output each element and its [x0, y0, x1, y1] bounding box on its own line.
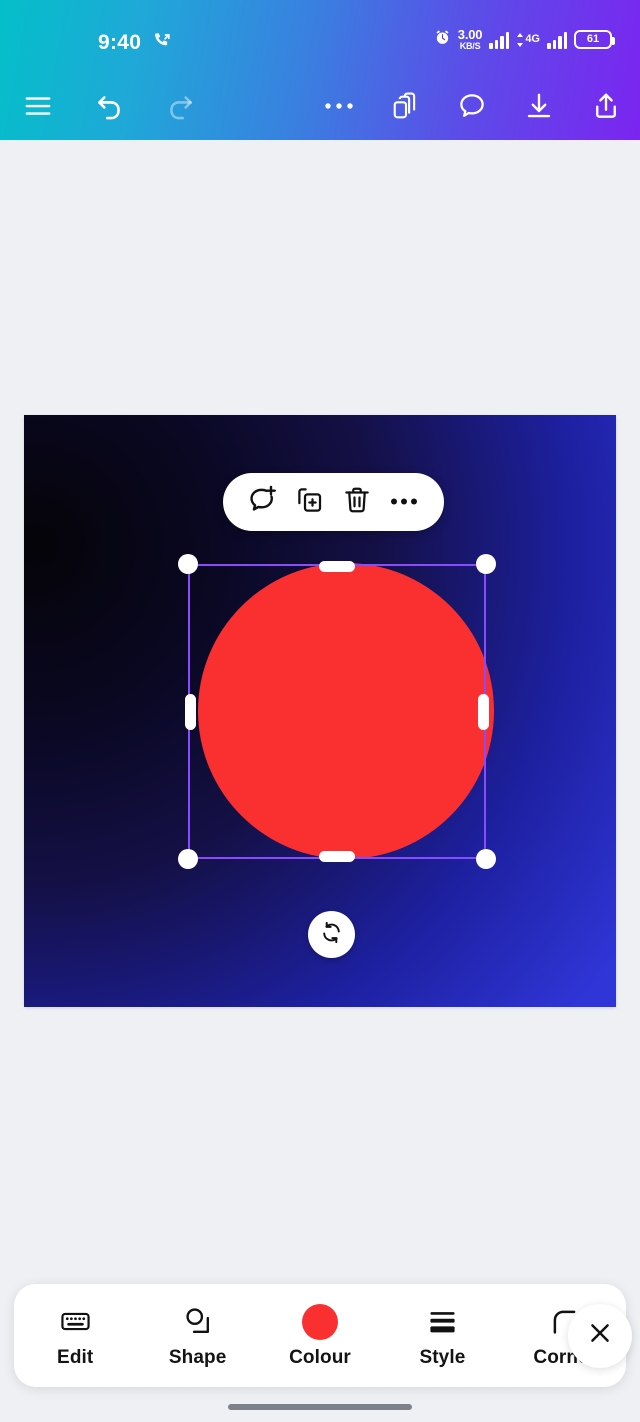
- delete-button[interactable]: [336, 481, 378, 523]
- battery-level-label: 61: [586, 33, 600, 45]
- network-type-label: 4G: [525, 33, 540, 45]
- colour-swatch-icon: [302, 1303, 339, 1340]
- style-lines-icon: [426, 1305, 459, 1339]
- status-bar-right: 3.00 KB/S 4G 61: [434, 28, 615, 51]
- close-panel-button[interactable]: [568, 1303, 632, 1368]
- resize-handle-top-left[interactable]: [178, 554, 198, 574]
- bottom-item-style[interactable]: Style: [381, 1284, 503, 1387]
- duplicate-icon: [295, 485, 325, 520]
- shape-context-toolbar: [223, 473, 444, 531]
- rotate-button[interactable]: [308, 911, 355, 958]
- bottom-tool-bar: Edit Shape Colour Style Corner: [14, 1284, 632, 1387]
- selected-shape-circle[interactable]: [198, 563, 494, 859]
- data-rate-value: 3.00: [457, 27, 483, 42]
- bottom-item-label: Edit: [57, 1346, 94, 1368]
- top-gradient-bar: 9:40 3.00 KB/S 4G 61: [0, 0, 640, 140]
- signal-bars-icon-1: [489, 31, 510, 49]
- add-comment-button[interactable]: [242, 481, 284, 523]
- status-bar: 9:40 3.00 KB/S 4G 61: [0, 0, 640, 72]
- call-forwarding-icon: [153, 30, 173, 55]
- add-comment-icon: [247, 484, 279, 521]
- alarm-clock-icon: [434, 29, 451, 51]
- rotate-icon: [319, 920, 344, 950]
- menu-button[interactable]: [10, 72, 66, 140]
- resize-handle-left[interactable]: [185, 693, 196, 730]
- more-icon: [390, 493, 418, 511]
- data-rate-unit: KB/S: [459, 41, 481, 51]
- resize-handle-bottom-left[interactable]: [178, 849, 198, 869]
- battery-indicator: 61: [574, 30, 615, 49]
- bottom-item-edit[interactable]: Edit: [14, 1284, 136, 1387]
- colour-swatch: [302, 1303, 339, 1340]
- pages-icon: [391, 91, 421, 121]
- comment-button[interactable]: [444, 72, 500, 140]
- shape-icon: [181, 1305, 214, 1339]
- share-button[interactable]: [578, 72, 634, 140]
- bottom-item-label: Style: [419, 1346, 466, 1368]
- bottom-item-shape[interactable]: Shape: [136, 1284, 258, 1387]
- trash-icon: [342, 485, 372, 520]
- share-icon: [591, 91, 621, 121]
- app-toolbar: [0, 72, 640, 140]
- comment-icon: [457, 91, 487, 121]
- bottom-item-label: Shape: [168, 1346, 227, 1368]
- undo-button[interactable]: [82, 72, 138, 140]
- undo-icon: [93, 89, 127, 123]
- resize-handle-top-right[interactable]: [476, 554, 496, 574]
- menu-icon: [23, 91, 53, 121]
- download-button[interactable]: [511, 72, 567, 140]
- shape-more-button[interactable]: [383, 481, 425, 523]
- status-time: 9:40: [98, 31, 142, 54]
- design-canvas[interactable]: [24, 415, 616, 1007]
- app-screen: 9:40 3.00 KB/S 4G 61 Edit Shape Colour S…: [0, 0, 640, 1422]
- data-rate-indicator: 3.00 KB/S: [458, 28, 483, 51]
- pages-button[interactable]: [378, 72, 434, 140]
- bottom-item-label: Colour: [289, 1346, 351, 1368]
- design-canvas-area[interactable]: [24, 415, 616, 1007]
- duplicate-button[interactable]: [289, 481, 331, 523]
- more-options-button[interactable]: [311, 72, 367, 140]
- more-icon: [324, 101, 354, 111]
- close-icon: [586, 1319, 614, 1352]
- resize-handle-bottom-right[interactable]: [476, 849, 496, 869]
- home-indicator: [228, 1404, 412, 1410]
- network-type-indicator: 4G: [516, 32, 540, 47]
- bottom-item-colour[interactable]: Colour: [259, 1284, 381, 1387]
- signal-bars-icon-2: [547, 31, 567, 49]
- redo-button[interactable]: [152, 72, 208, 140]
- redo-icon: [163, 89, 197, 123]
- download-icon: [524, 91, 554, 121]
- status-bar-left: 9:40: [98, 30, 173, 55]
- keyboard-icon: [59, 1305, 92, 1339]
